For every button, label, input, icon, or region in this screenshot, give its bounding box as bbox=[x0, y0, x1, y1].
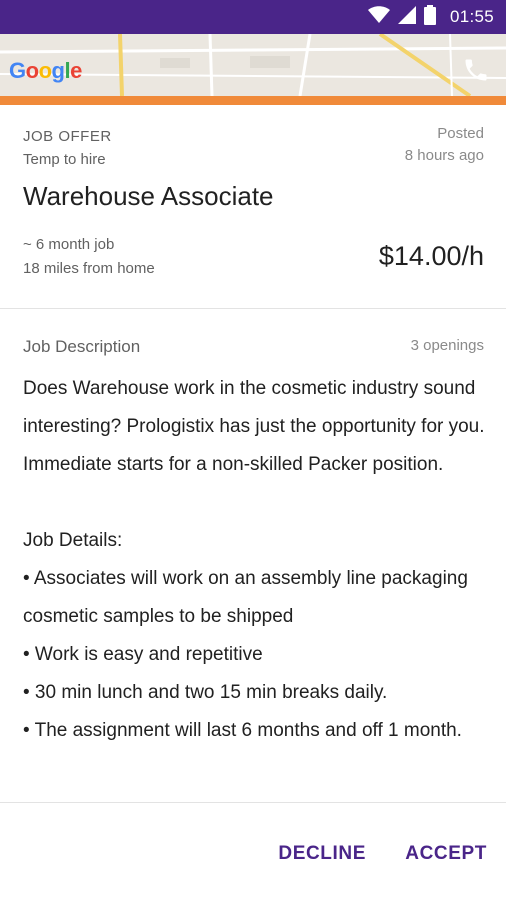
status-icons: 01:55 bbox=[367, 4, 494, 30]
battery-icon bbox=[423, 4, 436, 30]
job-duration: ~ 6 month job bbox=[23, 236, 115, 253]
status-bar: 01:55 bbox=[0, 0, 506, 34]
job-distance: 18 miles from home bbox=[23, 260, 155, 277]
wifi-icon bbox=[367, 5, 390, 29]
description-body: Does Warehouse work in the cosmetic indu… bbox=[23, 378, 485, 741]
google-logo: Google bbox=[9, 58, 82, 83]
posted-time: 8 hours ago bbox=[404, 147, 484, 164]
job-header: JOB OFFER Temp to hire Posted 8 hours ag… bbox=[0, 105, 506, 309]
phone-icon[interactable] bbox=[462, 56, 490, 84]
accent-bar bbox=[0, 96, 506, 105]
job-description-section[interactable]: Job Description 3 openings Does Warehous… bbox=[0, 310, 506, 802]
accept-button[interactable]: ACCEPT bbox=[405, 843, 487, 865]
job-title: Warehouse Associate bbox=[23, 181, 274, 211]
description-heading: Job Description bbox=[23, 337, 141, 356]
map-view[interactable]: Google bbox=[0, 34, 506, 96]
clock: 01:55 bbox=[449, 7, 494, 26]
hire-type: Temp to hire bbox=[23, 151, 106, 168]
offer-label: JOB OFFER bbox=[23, 128, 112, 145]
signal-icon bbox=[397, 5, 416, 29]
decline-button[interactable]: DECLINE bbox=[278, 843, 366, 865]
openings-count: 3 openings bbox=[410, 337, 484, 354]
pay-rate: $14.00/h bbox=[378, 241, 484, 271]
posted-label: Posted bbox=[437, 125, 484, 142]
action-bar: DECLINE ACCEPT bbox=[0, 802, 506, 900]
